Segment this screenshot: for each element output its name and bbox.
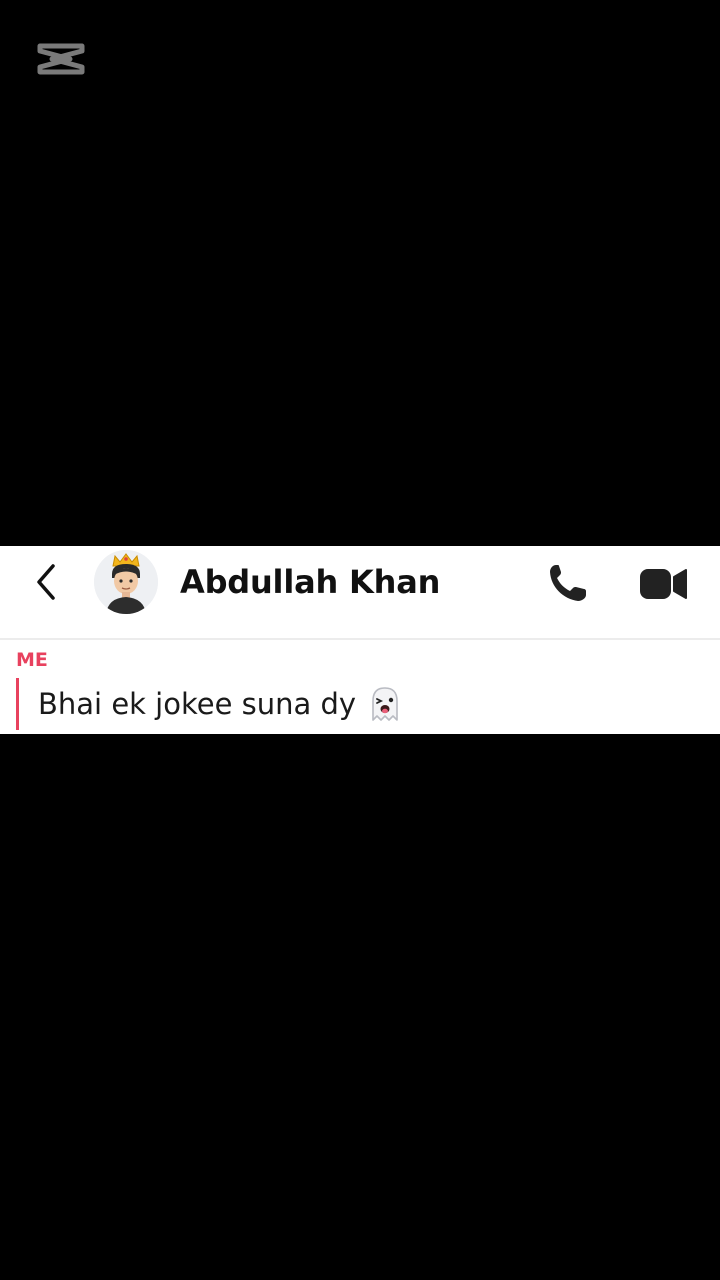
- back-button[interactable]: [26, 560, 66, 604]
- sender-accent-bar: [16, 678, 19, 730]
- voice-call-button[interactable]: [544, 560, 592, 606]
- video-frame: Abdullah Khan ME Bhai ek jokee suna dy: [0, 0, 720, 1280]
- video-call-button[interactable]: [638, 564, 690, 604]
- ghost-emoji-icon: [366, 684, 404, 724]
- phone-icon: [550, 565, 586, 601]
- video-camera-icon: [640, 569, 687, 599]
- avatar[interactable]: [94, 550, 158, 614]
- sender-label: ME: [16, 649, 48, 671]
- chevron-left-icon: [37, 564, 55, 600]
- contact-name[interactable]: Abdullah Khan: [180, 560, 440, 604]
- capcut-logo-icon: [36, 38, 86, 80]
- chat-header: Abdullah Khan: [0, 546, 720, 640]
- message-item[interactable]: Bhai ek jokee suna dy: [38, 684, 404, 724]
- message-list: ME Bhai ek jokee suna dy: [0, 640, 720, 734]
- message-text: Bhai ek jokee suna dy: [38, 687, 357, 721]
- chat-screen: Abdullah Khan ME Bhai ek jokee suna dy: [0, 546, 720, 734]
